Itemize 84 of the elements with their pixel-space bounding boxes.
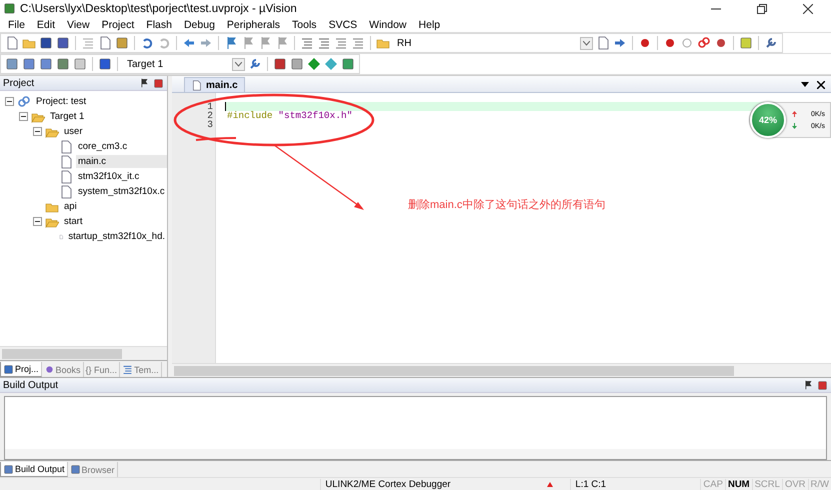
menu-item[interactable]: Tools	[286, 18, 323, 30]
restore-icon[interactable]	[757, 4, 767, 14]
panel-tab[interactable]: Build Output	[0, 462, 68, 477]
menu-item[interactable]: Flash	[140, 18, 178, 30]
collapse-icon[interactable]	[33, 217, 42, 226]
diamond-icon[interactable]	[307, 57, 321, 71]
file-icon	[59, 184, 73, 198]
kill-breakpoints-icon[interactable]	[714, 36, 728, 50]
panel-tab[interactable]: Tem...	[120, 362, 162, 377]
tree-item[interactable]: system_stm32f10x.c	[76, 185, 167, 198]
tree-item[interactable]: startup_stm32f10x_hd.	[66, 230, 167, 243]
scrollbar[interactable]	[0, 346, 167, 360]
template-icon[interactable]	[122, 364, 134, 375]
key-indicator: CAP	[700, 478, 725, 490]
menu-item[interactable]: Peripherals	[220, 18, 286, 30]
menu-item[interactable]: View	[61, 18, 96, 30]
file-icon	[59, 154, 73, 168]
key-indicator: SCRL	[752, 478, 782, 490]
file-icon	[59, 170, 73, 184]
code-text: #include "stm32f10x.h"	[226, 111, 352, 120]
pin-icon[interactable]	[139, 78, 149, 88]
menu-item[interactable]: Help	[412, 18, 446, 30]
download-arrow-icon	[792, 123, 797, 129]
magic-wand-icon[interactable]	[248, 57, 262, 71]
target-select[interactable]: Target 1	[123, 56, 245, 72]
tree-item[interactable]: Target 1	[48, 110, 86, 123]
file-icon	[59, 140, 73, 154]
panel-title: Project	[3, 78, 34, 88]
menu-item[interactable]: Debug	[178, 18, 221, 30]
breakpoint-icon[interactable]	[663, 36, 677, 50]
start-debug-icon[interactable]	[638, 36, 652, 50]
cursor-position: L:1 C:1	[570, 478, 700, 490]
copy-icon[interactable]	[98, 36, 112, 50]
close-icon[interactable]	[817, 80, 825, 88]
key-indicator: OVR	[782, 478, 808, 490]
menu-item[interactable]: Project	[96, 18, 140, 30]
books-icon[interactable]	[44, 364, 55, 375]
key-indicator: R/W	[808, 478, 831, 490]
uncomment-icon[interactable]	[351, 36, 365, 50]
debug-arrows-icon[interactable]	[613, 36, 627, 50]
tree-item[interactable]: main.c	[76, 155, 167, 168]
dropdown-caret-icon[interactable]	[801, 82, 809, 88]
debugger-status: ULINK2/ME Cortex Debugger	[320, 478, 530, 490]
find-field[interactable]: RH	[393, 35, 593, 51]
disable-breakpoints-icon[interactable]	[697, 36, 711, 50]
editor-tab[interactable]: main.c	[184, 77, 245, 92]
outdent-icon[interactable]	[317, 36, 331, 50]
tree-item[interactable]: api	[62, 200, 79, 213]
menu-item[interactable]: Edit	[30, 18, 62, 30]
upload-arrow-icon	[792, 111, 797, 117]
menu-item[interactable]: SVCS	[322, 18, 364, 30]
comment-icon[interactable]	[334, 36, 348, 50]
line-number: 2	[206, 111, 214, 120]
line-number: 3	[206, 120, 214, 129]
panel-title: Build Output	[3, 380, 58, 390]
tree-item[interactable]: user	[62, 125, 84, 138]
file-icon	[191, 80, 202, 90]
window-title: C:\Users\lyx\Desktop\test\porject\test.uvprojx - µVision	[20, 2, 298, 14]
pin-icon[interactable]	[803, 380, 813, 390]
menu-item[interactable]: Window	[363, 18, 413, 30]
key-indicator: NUM	[724, 478, 752, 490]
usage-percent: 42%	[750, 102, 786, 138]
collapse-icon[interactable]	[19, 112, 28, 121]
warning-marker-icon	[547, 482, 554, 486]
line-number: 1	[206, 102, 214, 111]
tree-item[interactable]: start	[62, 215, 84, 228]
panel-tab[interactable]: Proj...	[0, 362, 42, 377]
pack-installer-icon[interactable]	[324, 57, 338, 71]
project-icon	[17, 94, 31, 108]
indent-icon[interactable]	[300, 36, 314, 50]
tree-item[interactable]: core_cm3.c	[76, 140, 130, 153]
tree-item[interactable]: Project: test	[34, 95, 88, 108]
annotation-note: 删除main.c中除了这句话之外的所有语句	[408, 198, 606, 212]
scrollbar[interactable]	[172, 363, 831, 377]
collapse-icon[interactable]	[33, 127, 42, 136]
settings-icon[interactable]	[764, 36, 778, 50]
collapse-icon[interactable]	[5, 97, 14, 106]
panel-tab[interactable]: {} Fun...	[84, 362, 120, 377]
new-file-icon[interactable]	[5, 36, 19, 50]
panel-tab[interactable]: Books	[42, 362, 84, 377]
close-icon[interactable]	[803, 4, 813, 14]
menu-item[interactable]: File	[2, 18, 31, 30]
back-arrow-icon[interactable]	[182, 36, 196, 50]
tree-item[interactable]: stm32f10x_it.c	[76, 170, 142, 183]
